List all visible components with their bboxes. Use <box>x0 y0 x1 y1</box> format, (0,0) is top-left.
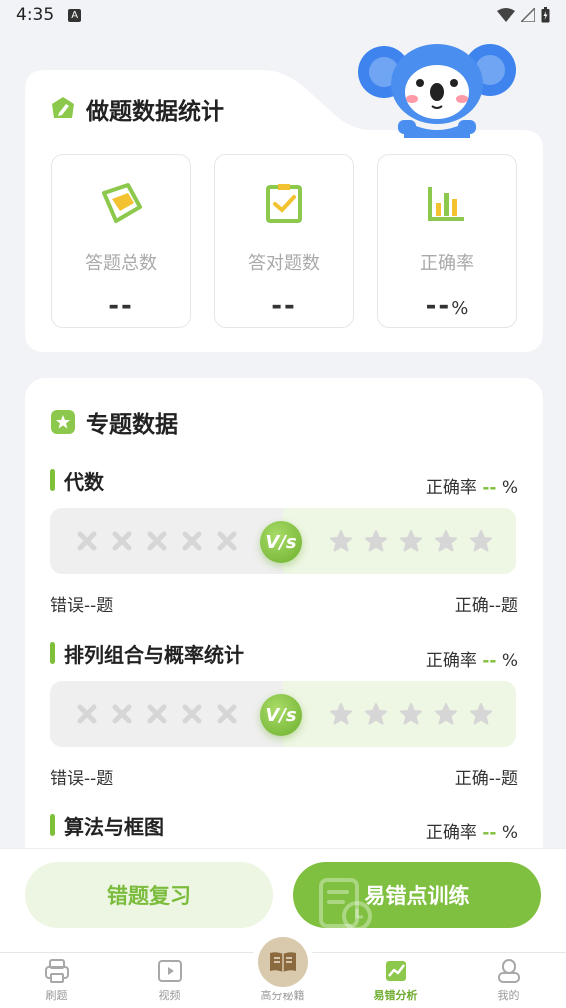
stat-rate-value: --% <box>425 291 469 321</box>
user-icon <box>497 959 520 983</box>
star-icon <box>400 703 422 725</box>
stat-correct-card: 答对题数 -- <box>214 154 354 328</box>
star-icon <box>435 703 457 725</box>
cross-icon <box>147 531 167 551</box>
stats-title-row: 做题数据统计 <box>50 92 224 126</box>
topic-foot: 错误--题 正确--题 <box>50 591 518 616</box>
wrong-marks <box>76 508 238 574</box>
topic-name: 算法与框图 <box>50 811 164 840</box>
tab-mine[interactable]: 我的 <box>452 953 565 1008</box>
right-count: 正确--题 <box>454 769 518 789</box>
star-icon <box>400 530 422 552</box>
stat-correct-label: 答对题数 <box>248 253 320 274</box>
stat-total-card: 答题总数 -- <box>51 154 191 328</box>
tab-error-analysis-label: 易错分析 <box>373 989 418 1002</box>
cross-icon <box>77 531 97 551</box>
cross-icon <box>147 704 167 724</box>
stat-total-value: -- <box>108 291 134 321</box>
error-training-button[interactable]: 易错点训练 <box>293 862 541 928</box>
topic-name-label: 代数 <box>64 469 104 494</box>
topic-marker <box>50 642 55 664</box>
topic-foot: 错误--题 正确--题 <box>50 764 518 789</box>
topic-name-label: 排列组合与概率统计 <box>64 642 244 667</box>
book-icon <box>258 937 308 987</box>
stat-rate-label: 正确率 <box>420 253 474 274</box>
topic-permutation[interactable]: 排列组合与概率统计 正确率 -- % V/s 错误--题 正确--题 <box>50 639 518 789</box>
star-badge-icon <box>51 410 75 434</box>
topic-marker <box>50 814 55 836</box>
wrong-count: 错误--题 <box>50 769 114 789</box>
bar-chart-icon <box>424 181 470 227</box>
wrong-marks <box>76 681 238 747</box>
tab-mine-label: 我的 <box>497 989 520 1002</box>
topic-rate: 正确率 -- % <box>425 477 518 498</box>
cross-icon <box>217 704 237 724</box>
notebook-icon <box>98 181 144 227</box>
topic-rate: 正确率 -- % <box>425 822 518 843</box>
vs-progress-track: V/s <box>50 508 516 574</box>
cross-icon <box>217 531 237 551</box>
tab-video-label: 视频 <box>158 989 181 1002</box>
stat-total-label: 答题总数 <box>85 253 157 274</box>
topic-algebra[interactable]: 代数 正确率 -- % V/s 错误--题 正确--题 <box>50 466 518 616</box>
pencil-badge-icon <box>52 97 74 118</box>
checklist-icon <box>261 181 307 227</box>
star-icon <box>470 703 492 725</box>
error-training-label: 易错点训练 <box>364 884 470 908</box>
tab-practice[interactable]: 刷题 <box>0 953 113 1008</box>
analysis-icon <box>385 961 406 981</box>
vs-badge: V/s <box>260 521 302 563</box>
topic-name: 排列组合与概率统计 <box>50 639 244 668</box>
cross-icon <box>182 531 202 551</box>
cross-icon <box>77 704 97 724</box>
topic-name-label: 算法与框图 <box>64 814 164 839</box>
wrong-review-button[interactable]: 错题复习 <box>25 862 273 928</box>
stat-rate-card: 正确率 --% <box>377 154 517 328</box>
cross-icon <box>112 531 132 551</box>
topics-title-row: 专题数据 <box>50 405 178 439</box>
cross-icon <box>112 704 132 724</box>
star-icon <box>365 703 387 725</box>
topics-title: 专题数据 <box>86 412 178 438</box>
right-count: 正确--题 <box>454 596 518 616</box>
topic-head: 算法与框图 正确率 -- % <box>50 811 518 843</box>
star-icon <box>330 703 352 725</box>
tab-video[interactable]: 视频 <box>113 953 226 1008</box>
vs-badge: V/s <box>260 694 302 736</box>
topic-name: 代数 <box>50 466 104 495</box>
star-icon <box>435 530 457 552</box>
tab-secrets-bubble[interactable] <box>252 931 314 993</box>
topic-algorithm[interactable]: 算法与框图 正确率 -- % <box>50 811 518 843</box>
tab-error-analysis[interactable]: 易错分析 <box>339 953 452 1008</box>
vs-progress-track: V/s <box>50 681 516 747</box>
video-icon <box>157 960 182 982</box>
stat-correct-value: -- <box>271 291 297 321</box>
topic-marker <box>50 469 55 491</box>
topic-rate: 正确率 -- % <box>425 650 518 671</box>
star-icon <box>330 530 352 552</box>
koala-mascot <box>358 44 516 138</box>
star-icon <box>470 530 492 552</box>
topic-head: 代数 正确率 -- % <box>50 466 518 498</box>
printer-icon <box>44 959 69 983</box>
bottom-tab-bar: 刷题 视频 高分秘籍 易错分析 我的 <box>0 931 566 1008</box>
tab-practice-label: 刷题 <box>45 989 68 1002</box>
wrong-count: 错误--题 <box>50 596 114 616</box>
cross-icon <box>182 704 202 724</box>
star-icon <box>365 530 387 552</box>
right-marks <box>330 681 492 747</box>
stats-title: 做题数据统计 <box>86 99 224 125</box>
topic-head: 排列组合与概率统计 正确率 -- % <box>50 639 518 671</box>
right-marks <box>330 508 492 574</box>
